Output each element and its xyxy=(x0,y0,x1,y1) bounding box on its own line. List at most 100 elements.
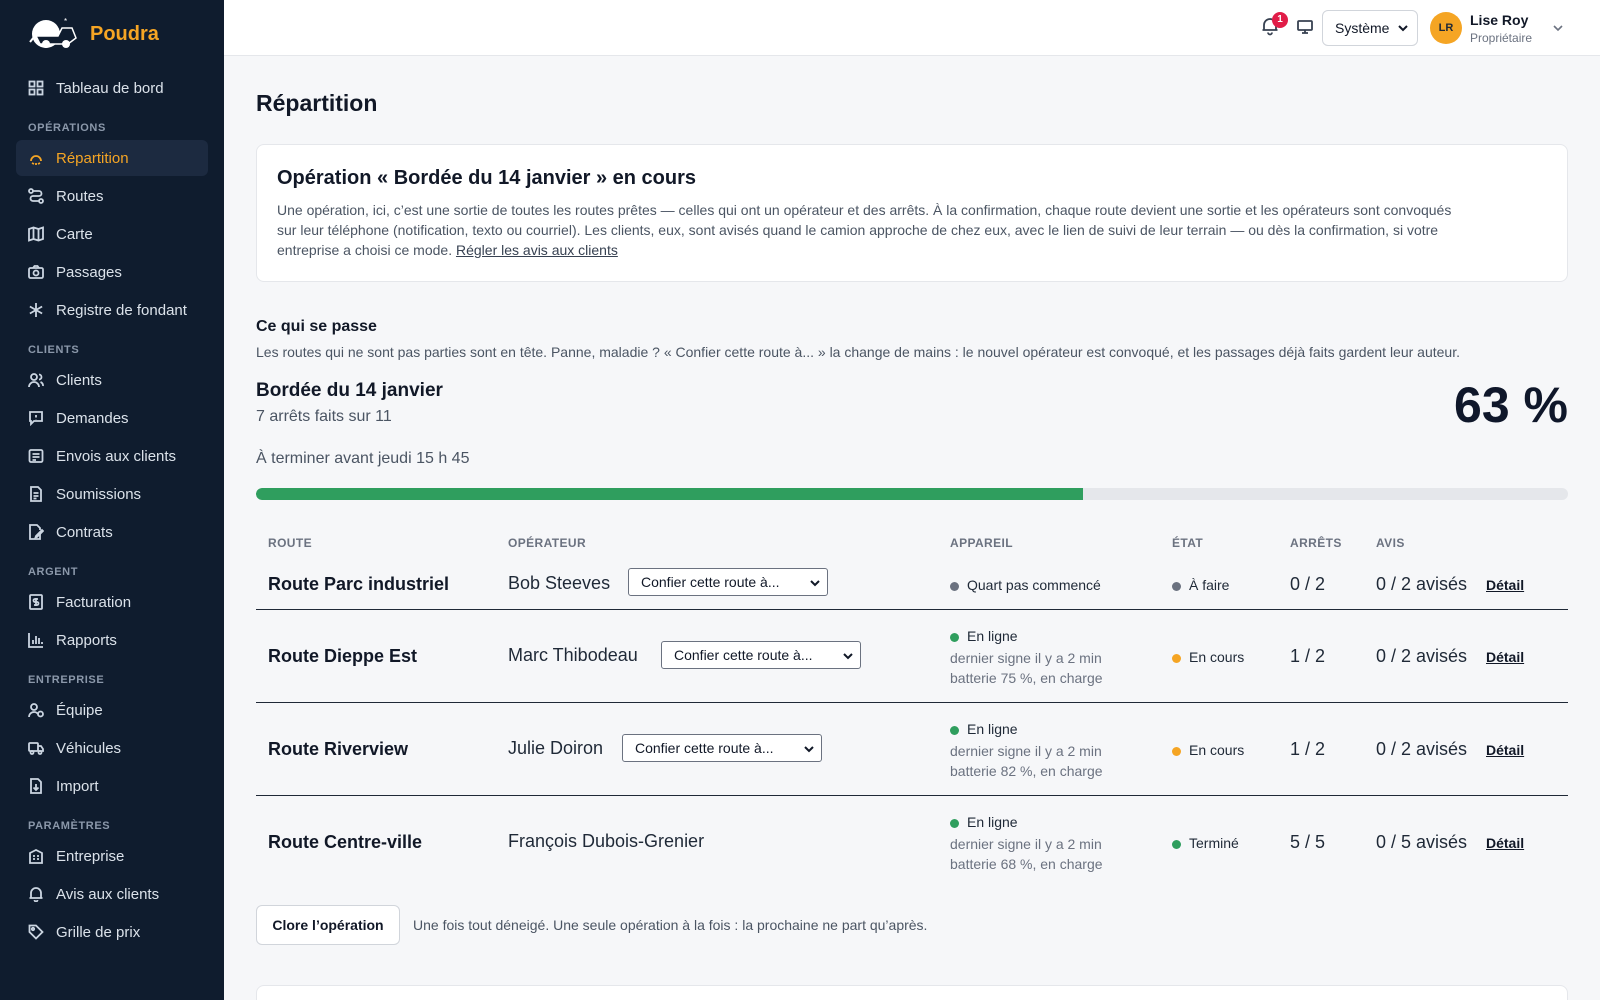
sidebar-item-facturation[interactable]: Facturation xyxy=(16,584,208,620)
theme-select[interactable]: Système xyxy=(1322,10,1418,46)
contract-icon xyxy=(28,524,44,540)
sidebar-item-clients[interactable]: Clients xyxy=(16,362,208,398)
route-name[interactable]: Route Riverview xyxy=(268,739,408,760)
notices-count: 0 / 5 avisés xyxy=(1376,832,1468,852)
customer-notices-link[interactable]: Régler les avis aux clients xyxy=(456,242,618,258)
display-mode-button[interactable] xyxy=(1296,18,1316,38)
notification-badge: 1 xyxy=(1272,12,1288,28)
reassign-route-select[interactable]: Confier cette route à... xyxy=(622,734,822,762)
close-operation-button[interactable]: Clore l’opération xyxy=(256,905,400,945)
route-icon xyxy=(28,188,44,204)
svg-text:*: * xyxy=(64,17,67,26)
page-title: Répartition xyxy=(256,90,378,116)
document-icon xyxy=(28,486,44,502)
sidebar-item-routes[interactable]: Routes xyxy=(16,178,208,214)
user-name[interactable]: Lise Roy xyxy=(1470,12,1528,28)
dispatch-icon xyxy=(28,150,44,166)
stops-count: 1 / 2 xyxy=(1290,739,1326,759)
sidebar-item-entreprise[interactable]: Entreprise xyxy=(16,838,208,874)
sidebar-item-contrats[interactable]: Contrats xyxy=(16,514,208,550)
sidebar: * Poudra Tableau de bord OPÉRATIONS Répa… xyxy=(0,0,224,1000)
reassign-select-value: Confier cette route à... xyxy=(674,647,813,663)
route-name[interactable]: Route Centre-ville xyxy=(268,832,422,853)
sidebar-item-label: Carte xyxy=(56,225,93,243)
summary-count: 7 arrêts faits sur 11 xyxy=(256,408,392,425)
stops-count: 5 / 5 xyxy=(1290,832,1326,852)
close-operation-row: Clore l’opération Une fois tout déneigé.… xyxy=(256,905,1568,945)
route-state: En cours xyxy=(1172,649,1244,665)
team-icon xyxy=(28,702,44,718)
sidebar-item-tableau-de-bord[interactable]: Tableau de bord xyxy=(16,70,208,106)
sidebar-item-passages[interactable]: Passages xyxy=(16,254,208,290)
routes-table: ROUTE OPÉRATEUR APPAREIL ÉTAT ARRÊTS AVI… xyxy=(256,526,1568,889)
chevron-down-icon xyxy=(804,746,814,753)
invoice-icon xyxy=(28,594,44,610)
stops-count: 0 / 2 xyxy=(1290,574,1326,594)
sidebar-item-repartition[interactable]: Répartition xyxy=(16,140,208,176)
chevron-down-icon xyxy=(810,580,820,587)
sidebar-item-avis-aux-clients[interactable]: Avis aux clients xyxy=(16,876,208,912)
brand[interactable]: * Poudra xyxy=(0,0,224,68)
operation-title: Opération « Bordée du 14 janvier » en co… xyxy=(277,167,697,189)
reassign-select-value: Confier cette route à... xyxy=(641,574,780,590)
device-last-seen: dernier signe il y a 2 min xyxy=(950,743,1102,759)
sidebar-item-vehicules[interactable]: Véhicules xyxy=(16,730,208,766)
sidebar-item-label: Passages xyxy=(56,263,122,281)
reassign-route-select[interactable]: Confier cette route à... xyxy=(628,568,828,596)
sidebar-item-label: Répartition xyxy=(56,149,129,167)
table-row: Route Parc industriel Bob Steeves Confie… xyxy=(256,560,1568,610)
sidebar-section-title: OPÉRATIONS xyxy=(28,122,106,134)
operator-name: François Dubois-Grenier xyxy=(508,831,705,851)
sidebar-item-label: Demandes xyxy=(56,409,129,427)
device-status-label: En ligne xyxy=(967,814,1018,830)
chevron-down-icon[interactable] xyxy=(1552,22,1564,34)
sidebar-item-label: Facturation xyxy=(56,593,132,611)
operation-description-line: sur leur téléphone (notification, texto … xyxy=(277,222,1439,238)
sidebar-item-soumissions[interactable]: Soumissions xyxy=(16,476,208,512)
sidebar-item-label: Avis aux clients xyxy=(56,885,160,903)
table-row: Route Riverview Julie Doiron Confier cet… xyxy=(256,703,1568,796)
route-state-label: En cours xyxy=(1189,649,1245,665)
sidebar-item-rapports[interactable]: Rapports xyxy=(16,622,208,658)
operation-card: Opération « Bordée du 14 janvier » en co… xyxy=(256,144,1568,282)
notifications-button[interactable]: 1 xyxy=(1260,12,1288,38)
operation-summary: Bordée du 14 janvier 7 arrêts faits sur … xyxy=(256,377,1568,500)
sidebar-item-label: Véhicules xyxy=(56,739,122,757)
sidebar-item-grille-de-prix[interactable]: Grille de prix xyxy=(16,914,208,950)
device-status: En ligne xyxy=(950,721,1103,737)
tag-icon xyxy=(28,924,44,940)
summary-deadline: À terminer avant jeudi 15 h 45 xyxy=(256,450,470,467)
avatar[interactable]: LR xyxy=(1430,12,1462,44)
snowflake-icon xyxy=(28,302,44,318)
sidebar-item-registre-de-fondant[interactable]: Registre de fondant xyxy=(16,292,208,328)
device-info: En ligne dernier signe il y a 2 min batt… xyxy=(950,721,1103,781)
sidebar-item-label: Routes xyxy=(56,187,104,205)
sidebar-item-label: Soumissions xyxy=(56,485,142,503)
route-name[interactable]: Route Dieppe Est xyxy=(268,646,417,667)
sidebar-item-envois-aux-clients[interactable]: Envois aux clients xyxy=(16,438,208,474)
users-icon xyxy=(28,372,44,388)
detail-link[interactable]: Détail xyxy=(1486,649,1524,665)
route-name[interactable]: Route Parc industriel xyxy=(268,574,449,595)
route-state: À faire xyxy=(1172,577,1229,593)
sidebar-item-demandes[interactable]: Demandes xyxy=(16,400,208,436)
device-battery: batterie 82 %, en charge xyxy=(950,763,1103,779)
sidebar-item-import[interactable]: Import xyxy=(16,768,208,804)
detail-link[interactable]: Détail xyxy=(1486,577,1524,593)
sidebar-item-carte[interactable]: Carte xyxy=(16,216,208,252)
sidebar-item-equipe[interactable]: Équipe xyxy=(16,692,208,728)
device-last-seen: dernier signe il y a 2 min xyxy=(950,836,1102,852)
device-last-seen: dernier signe il y a 2 min xyxy=(950,650,1102,666)
camera-icon xyxy=(28,264,44,280)
detail-link[interactable]: Détail xyxy=(1486,835,1524,851)
column-header-device: APPAREIL xyxy=(950,536,1013,550)
bell-icon xyxy=(28,886,44,902)
notices-count: 0 / 2 avisés xyxy=(1376,574,1468,594)
device-status-label: Quart pas commencé xyxy=(967,577,1101,593)
detail-link[interactable]: Détail xyxy=(1486,742,1524,758)
sidebar-section-title: ENTREPRISE xyxy=(28,674,105,686)
sidebar-item-label: Grille de prix xyxy=(56,923,141,941)
operator-name: Julie Doiron xyxy=(508,738,604,758)
device-info: En ligne dernier signe il y a 2 min batt… xyxy=(950,814,1103,874)
reassign-route-select[interactable]: Confier cette route à... xyxy=(661,641,861,669)
